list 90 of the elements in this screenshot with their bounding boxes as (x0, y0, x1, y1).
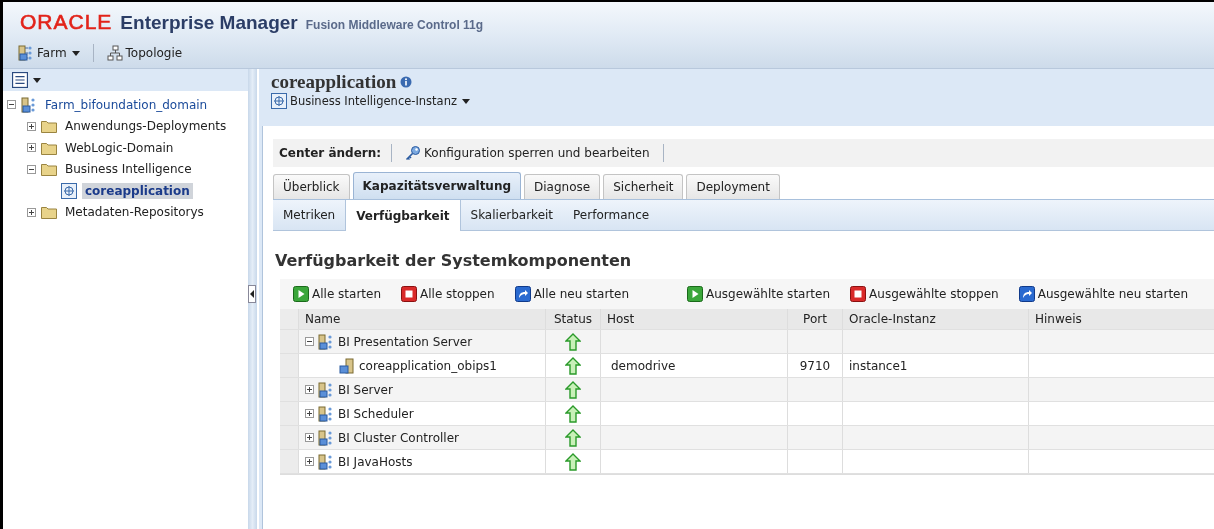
tab[interactable]: Kapazitätsverwaltung (352, 172, 522, 199)
column-header: Name (299, 309, 546, 329)
column-header: Host (601, 309, 788, 329)
product-subtitle: Fusion Middleware Control 11g (305, 18, 484, 32)
folder-icon (41, 204, 57, 221)
tree-item[interactable]: Anwendungs-Deployments (62, 118, 230, 135)
server-cluster-icon (318, 381, 334, 398)
action-button[interactable]: Ausgewählte stoppen (847, 284, 1002, 304)
caret-icon (33, 77, 41, 83)
subtab[interactable]: Metriken (273, 200, 346, 230)
start-icon (293, 286, 309, 302)
table-row[interactable]: BI Presentation Server (280, 330, 1214, 354)
expand-icon[interactable] (305, 457, 314, 466)
page-title: coreapplication (271, 71, 397, 93)
expand-icon[interactable] (27, 121, 36, 131)
table-row[interactable]: BI JavaHosts (280, 450, 1214, 474)
server-cluster-icon (318, 405, 334, 422)
stop-icon (401, 286, 417, 302)
oracle-logo: ORACLE (20, 10, 113, 34)
subtab[interactable]: Performance (563, 200, 660, 230)
component-name[interactable]: BI Cluster Controller (338, 430, 460, 445)
action-button[interactable]: Ausgewählte starten (684, 284, 834, 304)
folder-icon (41, 161, 57, 178)
tab[interactable]: Überblick (273, 174, 350, 199)
restart-icon (1018, 286, 1035, 302)
table-row[interactable]: BI Server (280, 378, 1214, 402)
subtab[interactable]: Verfügbarkeit (345, 200, 461, 231)
action-button[interactable]: Ausgewählte neu starten (1015, 284, 1192, 304)
tree-item[interactable]: Business Intelligence (62, 161, 195, 178)
collapse-icon[interactable] (27, 164, 36, 174)
host-text: demodrive (610, 358, 676, 373)
stop-icon (850, 286, 867, 302)
topology-icon (106, 45, 123, 61)
topology-button[interactable]: Topologie (103, 43, 186, 63)
expand-icon[interactable] (27, 207, 36, 217)
action-button[interactable]: Alle starten (290, 284, 384, 304)
action-button[interactable]: Alle neu starten (511, 284, 633, 304)
list-icon (12, 72, 28, 88)
server-cluster-icon (318, 453, 334, 470)
tree-item[interactable]: Farm_bifoundation_domain (42, 96, 211, 113)
tab[interactable]: Sicherheit (603, 174, 684, 199)
caret-icon (71, 50, 80, 56)
subtab[interactable]: Skalierbarkeit (460, 200, 564, 230)
component-name[interactable]: coreapplication_obips1 (359, 358, 497, 373)
server-cluster-icon (318, 333, 334, 350)
column-header: Port (788, 309, 843, 329)
lock-and-edit-button[interactable]: Konfiguration sperren und bearbeiten (402, 143, 653, 163)
expand-icon[interactable] (305, 409, 314, 418)
target-menu[interactable]: Business Intelligence-Instanz (271, 93, 470, 109)
instance-icon (271, 93, 287, 109)
collapse-pane-icon[interactable] (248, 285, 256, 303)
key-icon (405, 145, 422, 161)
component-name[interactable]: BI Scheduler (338, 406, 414, 421)
view-menu[interactable] (9, 70, 44, 90)
action-button[interactable]: Alle stoppen (398, 284, 498, 304)
table-row[interactable]: BI Cluster Controller (280, 426, 1214, 450)
expand-icon[interactable] (305, 385, 314, 394)
instance-icon (61, 182, 77, 199)
caret-icon (462, 98, 470, 104)
start-icon (687, 286, 704, 302)
tree-item[interactable]: Metadaten-Repositorys (62, 204, 207, 221)
column-header: Status (546, 309, 601, 329)
server-cluster-icon (21, 96, 37, 113)
column-header: Hinweis (1034, 311, 1083, 328)
section-title: Verfügbarkeit der Systemkomponenten (274, 251, 633, 272)
tab[interactable]: Deployment (686, 174, 780, 199)
collapse-icon[interactable] (7, 100, 16, 110)
expand-icon[interactable] (305, 433, 314, 442)
server-icon (339, 357, 355, 374)
table-row[interactable]: BI Scheduler (280, 402, 1214, 426)
tab[interactable]: Diagnose (524, 174, 601, 199)
expand-icon[interactable] (27, 143, 36, 153)
collapse-icon[interactable] (305, 337, 314, 346)
change-center-label: Center ändern: (279, 146, 382, 160)
instance-text: instance1 (849, 358, 908, 373)
farm-menu[interactable]: Farm (15, 43, 83, 63)
info-icon[interactable] (400, 76, 413, 88)
tree-item[interactable]: WebLogic-Domain (62, 139, 177, 156)
folder-icon (41, 118, 57, 135)
server-cluster-icon (18, 45, 34, 61)
column-header: Oracle-Instanz (843, 309, 1029, 329)
component-name[interactable]: BI JavaHosts (338, 454, 413, 469)
component-name[interactable]: BI Presentation Server (338, 334, 473, 349)
restart-icon (514, 286, 531, 302)
table-row[interactable]: coreapplication_obips1 demodrive 9710 instance1 (280, 354, 1214, 378)
component-name[interactable]: BI Server (338, 382, 393, 397)
port-text: 9710 (799, 358, 831, 373)
product-name: Enterprise Manager (120, 12, 298, 34)
server-cluster-icon (318, 429, 334, 446)
tree-item[interactable]: coreapplication (82, 182, 193, 199)
